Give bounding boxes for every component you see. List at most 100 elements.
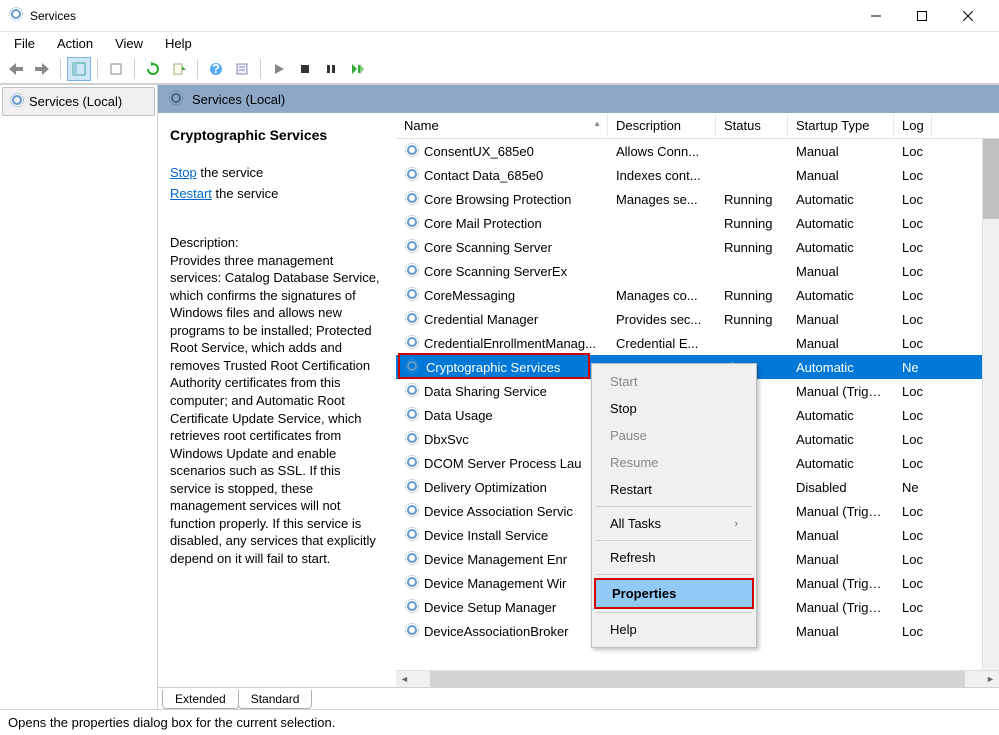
cell-desc: Allows Conn... [608, 142, 716, 161]
export-button[interactable] [104, 57, 128, 81]
pause-service-button[interactable] [319, 57, 343, 81]
show-hide-tree-button[interactable] [67, 57, 91, 81]
cell-startup: Manual [788, 526, 894, 545]
gear-icon [404, 334, 420, 353]
menu-file[interactable]: File [4, 34, 45, 53]
left-tree-pane: Services (Local) [0, 85, 158, 709]
cell-logon: Loc [894, 166, 932, 185]
gear-icon [404, 550, 420, 569]
context-menu-item-all-tasks[interactable]: All Tasks› [594, 510, 754, 537]
service-row[interactable]: CredentialEnrollmentManag...Credential E… [396, 331, 999, 355]
cell-startup: Manual [788, 166, 894, 185]
service-row[interactable]: Core Scanning ServerExManualLoc [396, 259, 999, 283]
menu-action[interactable]: Action [47, 34, 103, 53]
help-button[interactable]: ? [204, 57, 228, 81]
cell-startup: Manual [788, 334, 894, 353]
cell-name: Core Mail Protection [396, 212, 608, 235]
gear-icon [404, 454, 420, 473]
back-button[interactable] [4, 57, 28, 81]
cell-logon: Loc [894, 238, 932, 257]
context-menu-item-refresh[interactable]: Refresh [594, 544, 754, 571]
cell-name: Credential Manager [396, 308, 608, 331]
service-row[interactable]: Contact Data_685e0Indexes cont...ManualL… [396, 163, 999, 187]
export-list-button[interactable] [167, 57, 191, 81]
window-controls [853, 0, 991, 32]
tab-standard[interactable]: Standard [238, 690, 313, 709]
stop-link[interactable]: Stop [170, 165, 197, 180]
cell-startup: Automatic [788, 454, 894, 473]
context-menu-item-help[interactable]: Help [594, 616, 754, 643]
cell-logon: Loc [894, 454, 932, 473]
cell-logon: Loc [894, 502, 932, 521]
gear-icon [404, 382, 420, 401]
cell-name: Core Browsing Protection [396, 188, 608, 211]
cell-startup: Manual [788, 622, 894, 641]
vertical-scrollbar[interactable] [982, 139, 999, 670]
cell-logon: Loc [894, 214, 932, 233]
cell-startup: Automatic [788, 430, 894, 449]
gear-icon [404, 238, 420, 257]
cell-desc [608, 269, 716, 273]
cell-startup: Manual (Trigg... [788, 574, 894, 593]
stop-service-button[interactable] [293, 57, 317, 81]
toolbar: ? [0, 54, 999, 84]
stop-suffix: the service [197, 165, 263, 180]
cell-name: Cryptographic Services [396, 356, 608, 379]
svg-text:?: ? [212, 62, 220, 76]
start-service-button[interactable] [267, 57, 291, 81]
tab-extended[interactable]: Extended [162, 690, 239, 709]
menubar: File Action View Help [0, 32, 999, 54]
titlebar: Services [0, 0, 999, 32]
context-menu-item-start: Start [594, 368, 754, 395]
context-menu-item-properties[interactable]: Properties [594, 578, 754, 609]
minimize-button[interactable] [853, 0, 899, 32]
service-row[interactable]: CoreMessagingManages co...RunningAutomat… [396, 283, 999, 307]
column-description[interactable]: Description [608, 114, 716, 137]
cell-logon: Loc [894, 622, 932, 641]
context-menu-item-stop[interactable]: Stop [594, 395, 754, 422]
cell-status: Running [716, 214, 788, 233]
service-row[interactable]: Core Browsing ProtectionManages se...Run… [396, 187, 999, 211]
menu-view[interactable]: View [105, 34, 153, 53]
cell-startup: Automatic [788, 286, 894, 305]
service-row[interactable]: Core Scanning ServerRunningAutomaticLoc [396, 235, 999, 259]
cell-logon: Loc [894, 334, 932, 353]
tree-item-services-local[interactable]: Services (Local) [2, 87, 155, 116]
gear-icon [404, 286, 420, 305]
cell-name: Device Management Wir [396, 572, 608, 595]
column-logon[interactable]: Log [894, 114, 932, 137]
refresh-button[interactable] [141, 57, 165, 81]
context-menu-separator [596, 574, 752, 575]
cell-name: Device Setup Manager [396, 596, 608, 619]
service-actions: Stop the service Restart the service [170, 163, 383, 205]
gear-icon [404, 262, 420, 281]
cell-name: Core Scanning Server [396, 236, 608, 259]
cell-name: Contact Data_685e0 [396, 164, 608, 187]
service-row[interactable]: ConsentUX_685e0Allows Conn...ManualLoc [396, 139, 999, 163]
cell-desc [608, 221, 716, 225]
maximize-button[interactable] [899, 0, 945, 32]
column-status[interactable]: Status [716, 114, 788, 137]
gear-icon [404, 622, 420, 641]
column-name[interactable]: Name ▲ [396, 114, 608, 137]
column-startup[interactable]: Startup Type [788, 114, 894, 137]
service-row[interactable]: Credential ManagerProvides sec...Running… [396, 307, 999, 331]
cell-startup: Automatic [788, 214, 894, 233]
horizontal-scrollbar[interactable]: ◄► [396, 670, 999, 687]
right-header-title: Services (Local) [192, 92, 285, 107]
restart-service-button[interactable] [345, 57, 369, 81]
cell-status [716, 269, 788, 273]
service-row[interactable]: Core Mail Protection RunningAutomaticLoc [396, 211, 999, 235]
context-menu-item-restart[interactable]: Restart [594, 476, 754, 503]
cell-status: Running [716, 310, 788, 329]
close-button[interactable] [945, 0, 991, 32]
gear-icon [404, 502, 420, 521]
right-pane: Services (Local) Cryptographic Services … [158, 85, 999, 709]
cell-startup: Manual [788, 310, 894, 329]
restart-link[interactable]: Restart [170, 186, 212, 201]
forward-button[interactable] [30, 57, 54, 81]
cell-logon: Loc [894, 430, 932, 449]
context-menu-separator [596, 540, 752, 541]
menu-help[interactable]: Help [155, 34, 202, 53]
properties-button[interactable] [230, 57, 254, 81]
